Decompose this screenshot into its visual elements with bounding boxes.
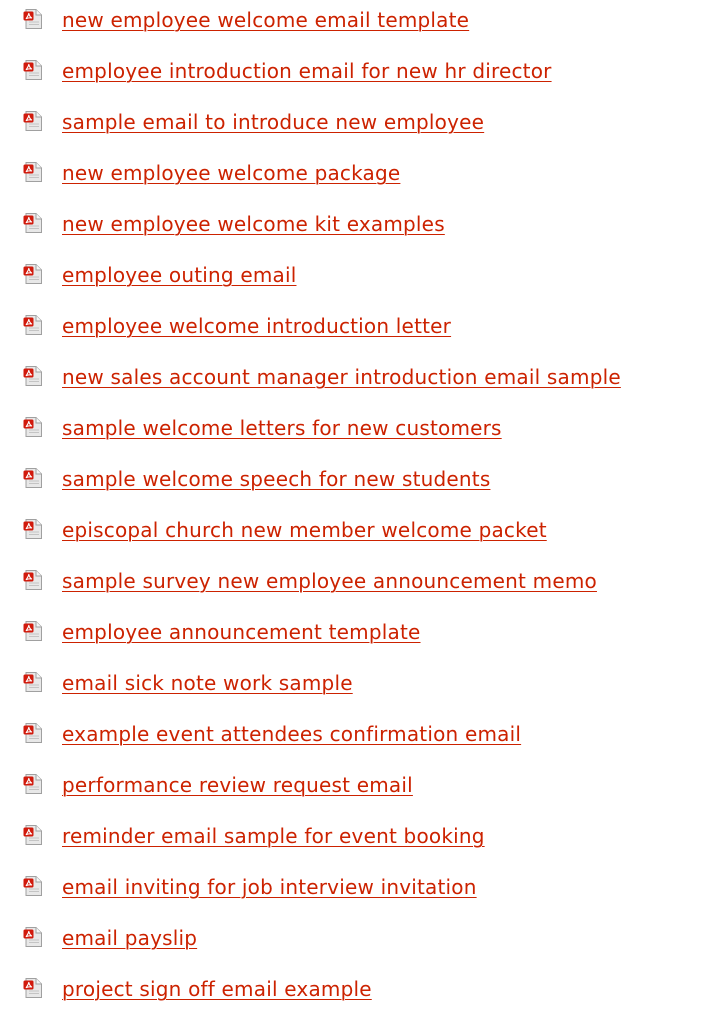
pdf-file-icon	[23, 518, 43, 540]
document-link[interactable]: email sick note work sample	[62, 673, 353, 693]
document-link[interactable]: employee introduction email for new hr d…	[62, 61, 552, 81]
list-item: new employee welcome kit examples	[23, 198, 703, 249]
document-link[interactable]: new employee welcome email template	[62, 10, 469, 30]
list-item: reminder email sample for event booking	[23, 810, 703, 861]
document-link-list: new employee welcome email template empl…	[23, 0, 703, 1014]
pdf-file-icon	[23, 977, 43, 999]
list-item: employee introduction email for new hr d…	[23, 45, 703, 96]
pdf-file-icon	[23, 212, 43, 234]
pdf-file-icon	[23, 110, 43, 132]
document-link[interactable]: project sign off email example	[62, 979, 372, 999]
document-link[interactable]: sample email to introduce new employee	[62, 112, 484, 132]
document-link[interactable]: performance review request email	[62, 775, 413, 795]
document-link[interactable]: email payslip	[62, 928, 197, 948]
list-item: employee announcement template	[23, 606, 703, 657]
pdf-file-icon	[23, 365, 43, 387]
pdf-file-icon	[23, 722, 43, 744]
pdf-file-icon	[23, 824, 43, 846]
pdf-file-icon	[23, 926, 43, 948]
list-item: email sick note work sample	[23, 657, 703, 708]
pdf-file-icon	[23, 875, 43, 897]
list-item: sample survey new employee announcement …	[23, 555, 703, 606]
pdf-file-icon	[23, 314, 43, 336]
document-link[interactable]: new employee welcome package	[62, 163, 400, 183]
pdf-file-icon	[23, 620, 43, 642]
list-item: email inviting for job interview invitat…	[23, 861, 703, 912]
pdf-file-icon	[23, 569, 43, 591]
document-link[interactable]: sample welcome letters for new customers	[62, 418, 502, 438]
pdf-file-icon	[23, 59, 43, 81]
pdf-file-icon	[23, 161, 43, 183]
document-link[interactable]: sample welcome speech for new students	[62, 469, 490, 489]
list-item: employee welcome introduction letter	[23, 300, 703, 351]
list-item: new employee welcome package	[23, 147, 703, 198]
list-item: episcopal church new member welcome pack…	[23, 504, 703, 555]
list-item: project sign off email example	[23, 963, 703, 1014]
document-link[interactable]: sample survey new employee announcement …	[62, 571, 597, 591]
pdf-file-icon	[23, 8, 43, 30]
list-item: example event attendees confirmation ema…	[23, 708, 703, 759]
list-item: new sales account manager introduction e…	[23, 351, 703, 402]
document-link[interactable]: new employee welcome kit examples	[62, 214, 445, 234]
pdf-file-icon	[23, 416, 43, 438]
document-link[interactable]: episcopal church new member welcome pack…	[62, 520, 547, 540]
document-link[interactable]: new sales account manager introduction e…	[62, 367, 621, 387]
list-item: employee outing email	[23, 249, 703, 300]
list-item: sample email to introduce new employee	[23, 96, 703, 147]
list-item: sample welcome letters for new customers	[23, 402, 703, 453]
pdf-file-icon	[23, 467, 43, 489]
list-item: performance review request email	[23, 759, 703, 810]
document-link[interactable]: employee welcome introduction letter	[62, 316, 451, 336]
list-item: new employee welcome email template	[23, 0, 703, 45]
pdf-file-icon	[23, 671, 43, 693]
document-link[interactable]: reminder email sample for event booking	[62, 826, 485, 846]
document-link[interactable]: email inviting for job interview invitat…	[62, 877, 477, 897]
pdf-file-icon	[23, 263, 43, 285]
pdf-file-icon	[23, 773, 43, 795]
document-link[interactable]: employee outing email	[62, 265, 296, 285]
document-link[interactable]: example event attendees confirmation ema…	[62, 724, 521, 744]
list-item: email payslip	[23, 912, 703, 963]
document-link[interactable]: employee announcement template	[62, 622, 421, 642]
list-item: sample welcome speech for new students	[23, 453, 703, 504]
